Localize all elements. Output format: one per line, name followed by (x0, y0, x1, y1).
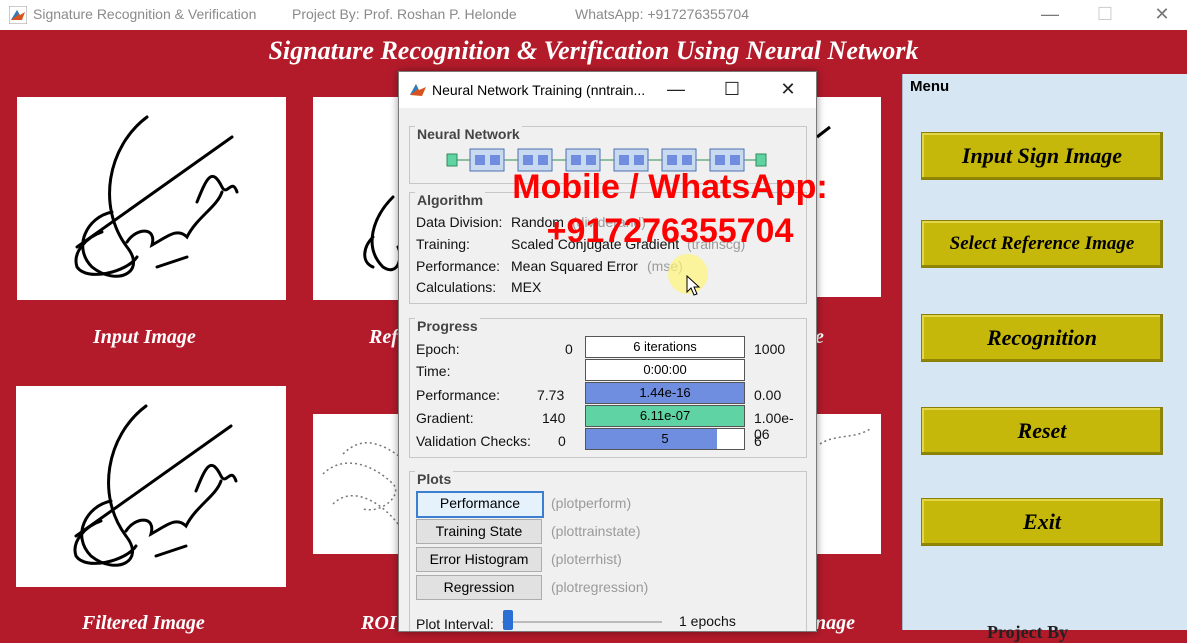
plot-error-histogram-button[interactable]: Error Histogram (416, 547, 542, 572)
input-image-panel (17, 97, 286, 300)
training-value: Scaled Conjugate Gradient (511, 236, 680, 252)
maximize-button[interactable]: ☐ (1090, 3, 1120, 25)
matlab-icon (9, 6, 27, 24)
validation-checks-progress-bar: 5 (585, 428, 745, 450)
validation-checks-progress-text: 5 (661, 431, 669, 446)
filtered-image-caption: Filtered Image (82, 612, 205, 634)
close-button[interactable]: ✕ (1147, 3, 1177, 25)
performance-label: Performance: (416, 258, 501, 274)
time-progress-text: 0:00:00 (643, 362, 687, 377)
training-label: Training: (416, 236, 470, 252)
input-sign-image-button[interactable]: Input Sign Image (921, 132, 1163, 180)
signature-image (816, 125, 831, 139)
signature-image (322, 442, 404, 525)
gradient-progress-text: 6.11e-07 (639, 408, 691, 423)
recognition-button[interactable]: Recognition (921, 314, 1163, 362)
plotperform-label: (plotperform) (551, 495, 632, 511)
reference-image-panel (313, 97, 408, 300)
window-whatsapp: WhatsApp: +917276355704 (575, 6, 749, 22)
plot-regression-button[interactable]: Regression (416, 575, 542, 600)
training-code: (trainscg) (687, 236, 746, 252)
plot-interval-value: 1 epochs (679, 613, 736, 629)
gradient-label: Gradient: (416, 410, 474, 426)
signature-image (74, 115, 239, 278)
window-titlebar: Signature Recognition & Verification Pro… (0, 0, 1187, 30)
signature-image (819, 428, 871, 445)
epoch-end: 1000 (754, 341, 786, 357)
performance-value: Mean Squared Error (511, 258, 638, 274)
performance-progress-text: 1.44e-16 (639, 385, 691, 400)
plotregression-label: (plotregression) (551, 579, 649, 595)
select-reference-image-button[interactable]: Select Reference Image (921, 220, 1163, 268)
plot-interval-slider[interactable] (503, 610, 513, 630)
epoch-progress-bar: 6 iterations (585, 336, 745, 358)
plot-performance-button[interactable]: Performance (416, 491, 544, 518)
menu-panel: Menu Input Sign Image Select Reference I… (902, 74, 1187, 642)
data-division-label: Data Division: (416, 214, 503, 230)
gradient-progress-bar: 6.11e-07 (585, 405, 745, 427)
window-title: Signature Recognition & Verification (33, 6, 257, 22)
data-division-code: (dividerand) (572, 214, 646, 230)
dialog-minimize-button[interactable]: — (661, 78, 691, 100)
neural-network-title: Neural Network (415, 126, 522, 142)
signature-image (363, 195, 402, 271)
sixth-image-caption: nage (815, 612, 855, 634)
exit-button[interactable]: Exit (921, 498, 1163, 546)
performance-start: 7.73 (537, 387, 565, 403)
sixth-image-panel (815, 414, 881, 554)
minimize-button[interactable]: — (1035, 3, 1065, 25)
nn-training-dialog: Neural Network Training (nntrain... — ☐ … (398, 71, 817, 632)
signature-image (73, 404, 238, 567)
validation-checks-label: Validation Checks: (416, 433, 531, 449)
calculations-value: MEX (511, 279, 542, 295)
roi-image-panel (313, 414, 408, 554)
gradient-start: 140 (542, 410, 566, 426)
menu-title: Menu (910, 78, 950, 95)
dialog-title: Neural Network Training (nntrain... (432, 82, 646, 98)
time-progress-bar: 0:00:00 (585, 359, 745, 381)
input-image-caption: Input Image (93, 326, 196, 348)
progress-group: Progress Epoch: 0 6 iterations 1000 Time… (409, 318, 807, 458)
ploterrhist-label: (ploterrhist) (551, 551, 622, 567)
time-label: Time: (416, 363, 451, 379)
epoch-start: 0 (565, 341, 573, 357)
third-image-panel (815, 97, 881, 297)
reset-button[interactable]: Reset (921, 407, 1163, 455)
progress-title: Progress (415, 318, 480, 334)
algorithms-group: Algorithm Data Division: Random (divider… (409, 192, 807, 304)
epoch-progress-text: 6 iterations (633, 339, 697, 354)
validation-checks-end: 6 (754, 433, 762, 449)
window-project: Project By: Prof. Roshan P. Helonde (292, 6, 517, 22)
dialog-titlebar: Neural Network Training (nntrain... — ☐ … (399, 72, 816, 108)
performance-progress-label: Performance: (416, 387, 501, 403)
dialog-close-button[interactable]: ✕ (773, 78, 803, 100)
plots-title: Plots (415, 471, 454, 487)
calculations-label: Calculations: (416, 279, 497, 295)
validation-checks-start: 0 (558, 433, 566, 449)
plot-interval-track (502, 621, 662, 623)
filtered-image-panel (16, 386, 286, 587)
reference-image-caption: Ref (369, 326, 398, 348)
neural-network-group: Neural Network (409, 126, 807, 184)
page-banner: Signature Recognition & Verification Usi… (268, 36, 919, 65)
plot-training-state-button[interactable]: Training State (416, 519, 542, 544)
mouse-pointer-icon (686, 275, 701, 296)
plottrainstate-label: (plottrainstate) (551, 523, 641, 539)
algorithms-title: Algorithm (415, 192, 486, 208)
epoch-label: Epoch: (416, 341, 460, 357)
matlab-icon (410, 84, 426, 96)
dialog-maximize-button[interactable]: ☐ (717, 78, 747, 100)
roi-image-caption: ROI (361, 612, 397, 634)
data-division-value: Random (511, 214, 564, 230)
performance-progress-bar: 1.44e-16 (585, 382, 745, 404)
menu-footer: Project By (987, 622, 1069, 642)
plots-group: Plots Performance (plotperform) Training… (409, 471, 807, 631)
performance-end: 0.00 (754, 387, 782, 403)
